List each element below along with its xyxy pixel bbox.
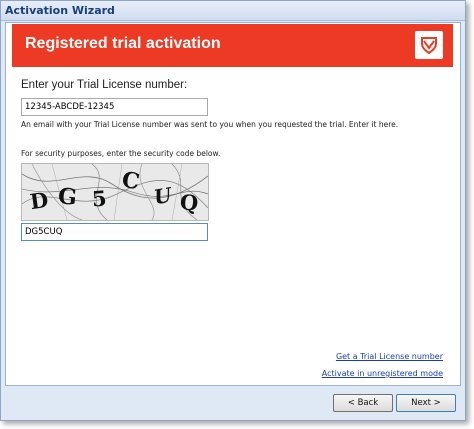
shield-icon (415, 31, 443, 59)
security-instruction: For security purposes, enter the securit… (21, 149, 221, 158)
license-label: Enter your Trial License number: (21, 79, 188, 91)
banner-heading: Registered trial activation (25, 35, 221, 52)
license-number-input[interactable] (21, 98, 208, 116)
title-bar: Activation Wizard (1, 1, 465, 21)
back-button[interactable]: < Back (333, 394, 393, 412)
get-trial-license-link[interactable]: Get a Trial License number (336, 352, 443, 361)
license-help-text: An email with your Trial License number … (21, 120, 399, 129)
window-title: Activation Wizard (5, 4, 115, 17)
activation-wizard-window: Activation Wizard Registered trial activ… (0, 0, 466, 421)
security-code-input[interactable] (21, 223, 208, 241)
wizard-content: Registered trial activation Enter your T… (5, 22, 461, 386)
wizard-footer: < Back Next > (1, 388, 465, 418)
banner: Registered trial activation (12, 24, 453, 67)
activate-unregistered-link[interactable]: Activate in unregistered mode (322, 369, 443, 378)
captcha-image: D G 5 C U Q (21, 163, 209, 221)
next-button[interactable]: Next > (396, 394, 456, 412)
